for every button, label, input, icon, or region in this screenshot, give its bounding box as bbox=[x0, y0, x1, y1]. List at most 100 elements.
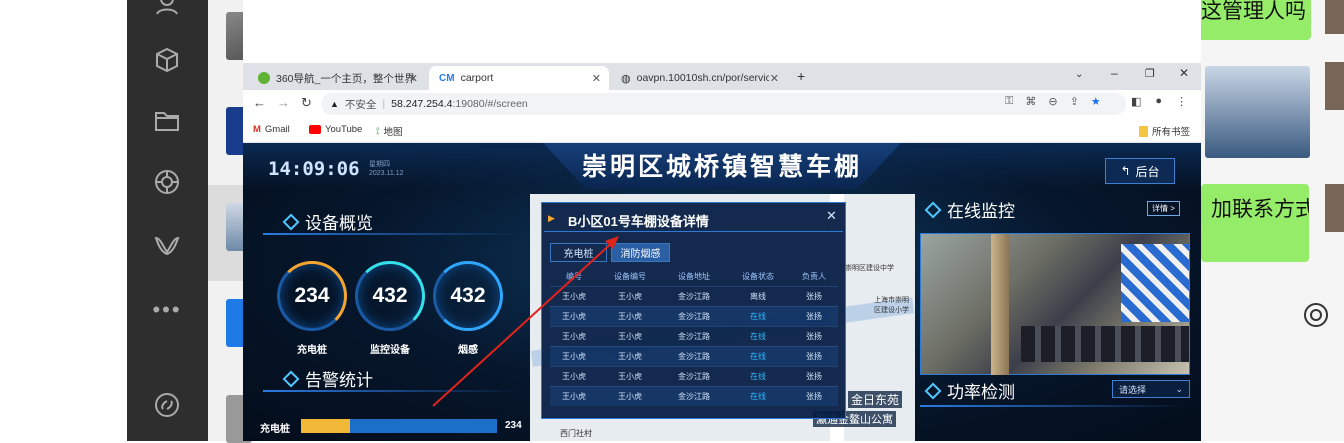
tab-label: 360导航_一个主页，整个世界 bbox=[276, 72, 415, 85]
col-header: 负责人 bbox=[802, 272, 826, 282]
alarm-title-text: 告警统计 bbox=[305, 371, 373, 391]
key-icon[interactable]: ⚿ bbox=[1005, 95, 1013, 108]
date: 2023.11.12 bbox=[369, 170, 404, 177]
sidepanel-icon[interactable]: ◧ bbox=[1131, 95, 1141, 108]
bookmark-label: Gmail bbox=[264, 124, 290, 135]
share-icon[interactable]: ⇪ bbox=[1070, 95, 1079, 108]
stat-value: 432 bbox=[372, 284, 408, 307]
maps-icon: ⟟ bbox=[376, 125, 380, 137]
tab-oavpn[interactable]: ◍ oavpn.10010sh.cn/por/service ✕ bbox=[611, 66, 787, 90]
profile-icon[interactable]: ● bbox=[1155, 95, 1162, 108]
map-label: 崇明区建设中学 bbox=[845, 265, 894, 272]
camera-feed[interactable] bbox=[920, 233, 1190, 375]
table-cell: 金沙江路 bbox=[662, 285, 726, 306]
overview-title: 设备概览 bbox=[282, 209, 373, 234]
flags bbox=[1121, 244, 1189, 322]
diamond-icon bbox=[282, 213, 300, 230]
alarm-bar bbox=[301, 419, 497, 433]
target-icon[interactable] bbox=[1303, 302, 1329, 328]
close-icon[interactable]: ✕ bbox=[826, 208, 837, 224]
close-icon[interactable]: ✕ bbox=[409, 72, 418, 85]
col-header: 设备状态 bbox=[742, 272, 774, 282]
tab-search-icon[interactable]: ⌄ bbox=[1075, 69, 1083, 80]
moments-icon[interactable] bbox=[151, 166, 183, 198]
map-label: 金日东苑 bbox=[848, 391, 903, 408]
table-cell: 在线 bbox=[726, 305, 790, 326]
bookmarks-bar: M Gmail YouTube ⟟ 地图 所有书签 bbox=[243, 118, 1201, 143]
tab-bar: 360导航_一个主页，整个世界 ✕ CM carport ✕ ◍ oavpn.1… bbox=[243, 63, 1201, 90]
stat-charging: 234 充电桩 bbox=[277, 261, 347, 356]
avatar[interactable] bbox=[1325, 184, 1344, 232]
arrow-icon: ▶ bbox=[548, 213, 555, 223]
url-path: :19080/#/screen bbox=[452, 98, 528, 110]
table-cell: 张扬 bbox=[790, 345, 838, 366]
dashboard-screen: 14:09:06 星期四 2023.11.12 崇明区城桥镇智慧车棚 ↰ 后台 设… bbox=[243, 143, 1201, 441]
table-cell: 离线 bbox=[726, 285, 790, 306]
close-icon[interactable]: ✕ bbox=[592, 72, 601, 85]
mini-program-icon[interactable] bbox=[151, 44, 183, 76]
stat-monitor: 432 监控设备 bbox=[355, 261, 425, 356]
channels-icon[interactable] bbox=[151, 230, 183, 262]
power-select[interactable]: 请选择 ⌄ bbox=[1112, 380, 1190, 398]
contacts-icon[interactable] bbox=[151, 0, 183, 20]
message-bubble: 加联系方式 bbox=[1201, 184, 1309, 262]
all-bookmarks[interactable]: 所有书签 bbox=[1139, 124, 1190, 138]
folder-icon[interactable] bbox=[151, 105, 183, 137]
bookmark-gmail[interactable]: M Gmail bbox=[253, 124, 290, 135]
avatar[interactable] bbox=[1325, 62, 1344, 110]
map-label: 上海市崇明区建设小学 bbox=[874, 297, 909, 314]
menu-icon[interactable]: ⋮ bbox=[1176, 95, 1187, 108]
close-icon[interactable]: ✕ bbox=[770, 72, 779, 85]
stat-label: 充电桩 bbox=[297, 345, 327, 356]
minimize-button[interactable]: – bbox=[1111, 66, 1118, 80]
bookmark-label: 所有书签 bbox=[1152, 127, 1191, 138]
table-cell: 金沙江路 bbox=[662, 345, 726, 366]
more-icon[interactable]: ••• bbox=[151, 294, 183, 326]
tab-360[interactable]: 360导航_一个主页，整个世界 ✕ bbox=[248, 66, 426, 90]
new-tab-button[interactable]: + bbox=[797, 68, 805, 84]
translate-icon[interactable]: ⌘ bbox=[1025, 95, 1036, 108]
youtube-icon bbox=[309, 125, 321, 134]
table-cell: 在线 bbox=[726, 365, 790, 386]
window-close-button[interactable]: ✕ bbox=[1179, 66, 1189, 80]
back-label: 后台 bbox=[1135, 164, 1160, 179]
back-icon[interactable]: ← bbox=[253, 95, 266, 110]
table-cell: 金沙江路 bbox=[662, 385, 726, 406]
table-cell: 在线 bbox=[726, 325, 790, 346]
table-cell: 张扬 bbox=[790, 285, 838, 306]
table-cell: 金沙江路 bbox=[662, 325, 726, 346]
stat-value: 234 bbox=[294, 284, 330, 307]
detail-button[interactable]: 详情 > bbox=[1147, 201, 1180, 216]
message-bubble: 这管理人吗 bbox=[1191, 0, 1311, 40]
reload-icon[interactable]: ↻ bbox=[301, 95, 312, 111]
table-cell: 张扬 bbox=[790, 365, 838, 386]
pillar bbox=[991, 234, 1009, 375]
bookmark-maps[interactable]: ⟟ 地图 bbox=[376, 124, 403, 139]
folder-icon bbox=[1139, 125, 1148, 137]
monitor-title-text: 在线监控 bbox=[947, 202, 1015, 222]
divider bbox=[920, 405, 1190, 407]
bookmark-youtube[interactable]: YouTube bbox=[309, 124, 362, 135]
tab-carport[interactable]: CM carport ✕ bbox=[429, 66, 609, 90]
zoom-icon[interactable]: ⊖ bbox=[1048, 95, 1057, 108]
alarm-row-label: 充电桩 bbox=[260, 424, 290, 435]
chevron-down-icon: ⌄ bbox=[1175, 383, 1183, 394]
restore-button[interactable]: ❐ bbox=[1145, 67, 1155, 80]
annotation-arrow bbox=[432, 236, 619, 407]
table-cell: 张扬 bbox=[790, 385, 838, 406]
alarm-title: 告警统计 bbox=[282, 366, 373, 391]
chat-messages: 这管理人吗 加联系方式 bbox=[1191, 0, 1344, 441]
image-message[interactable] bbox=[1205, 66, 1310, 158]
stat-ring: 432 bbox=[355, 261, 425, 331]
avatar[interactable] bbox=[1325, 0, 1344, 34]
link-icon[interactable] bbox=[151, 389, 183, 421]
stat-label: 监控设备 bbox=[370, 345, 410, 356]
bookmark-star-icon[interactable]: ★ bbox=[1091, 95, 1101, 108]
back-button[interactable]: ↰ 后台 bbox=[1105, 158, 1175, 184]
table-cell: 金沙江路 bbox=[662, 365, 726, 386]
overview-title-text: 设备概览 bbox=[305, 214, 373, 234]
table-cell: 张扬 bbox=[790, 305, 838, 326]
forward-icon[interactable]: → bbox=[277, 95, 290, 110]
360-icon bbox=[258, 72, 270, 84]
tab-label: oavpn.10010sh.cn/por/service bbox=[636, 72, 769, 84]
